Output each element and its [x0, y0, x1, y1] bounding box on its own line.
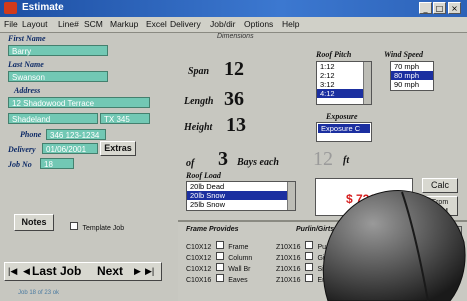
next-record-icon[interactable]: ▶	[134, 266, 141, 277]
length-value[interactable]: 36	[224, 88, 244, 111]
bay-unit-label: ft	[343, 155, 350, 166]
maximize-icon[interactable]: □	[433, 2, 446, 14]
frame-header: Frame Provides	[186, 226, 239, 233]
span-label: Span	[188, 66, 210, 77]
height-label: Height	[184, 122, 213, 133]
roof-pitch-label: Roof Pitch	[316, 50, 352, 59]
length-label: Length	[184, 96, 214, 107]
next-label[interactable]: Next	[97, 264, 123, 278]
address-label: Address	[14, 86, 41, 95]
height-value[interactable]: 13	[226, 114, 246, 137]
wind-speed-option-selected[interactable]: 80 mph	[391, 71, 433, 80]
menu-options[interactable]: Options	[244, 19, 273, 29]
wind-speed-label: Wind Speed	[384, 50, 424, 59]
roof-pitch-list[interactable]: 1:12 2:12 3:12 4:12	[316, 61, 372, 105]
frame-row-label: Eaves	[228, 277, 248, 284]
frame-checkbox[interactable]	[215, 273, 224, 282]
last-name-field[interactable]: Swanson	[8, 71, 108, 82]
job-no-label: Job No	[8, 160, 32, 169]
purlin-code: Z10X16	[276, 277, 301, 284]
last-name-label: Last Name	[8, 60, 44, 69]
title-bar[interactable]: Estimate _ □ ×	[0, 0, 467, 17]
menu-jobdir[interactable]: Job/dir	[210, 19, 236, 29]
last-job-label[interactable]: Last Job	[32, 264, 81, 278]
minimize-icon[interactable]: _	[419, 2, 432, 14]
delivery-label: Delivery	[8, 145, 36, 154]
dimensions-header: Dimensions	[217, 33, 254, 40]
address-field[interactable]: 12 Shadowood Terrace	[8, 97, 150, 108]
close-icon[interactable]: ×	[448, 2, 461, 14]
notes-button[interactable]: Notes	[14, 214, 54, 231]
job-no-field[interactable]: 18	[40, 158, 74, 169]
delivery-field[interactable]: 01/06/2001	[42, 143, 98, 154]
prev-record-icon[interactable]: ◀	[23, 266, 30, 277]
menu-markup[interactable]: Markup	[110, 19, 138, 29]
record-navigator: |◀ ◀ Last Job Next ▶ ▶|	[4, 262, 162, 281]
last-record-icon[interactable]: ▶|	[145, 266, 154, 277]
roof-load-list[interactable]: 20lb Dead 20lb Snow 25lb Snow	[186, 181, 296, 211]
template-job-label: Template Job	[82, 225, 125, 232]
menu-help[interactable]: Help	[282, 19, 299, 29]
menu-file[interactable]: File	[4, 19, 18, 29]
status-text: Job 18 of 23 ok	[18, 290, 60, 296]
bay-size-value[interactable]: 12	[313, 148, 333, 171]
frame-code: C10X16	[186, 277, 212, 284]
extras-button[interactable]: Extras	[100, 141, 136, 156]
phone-field[interactable]: 346 123-1234	[46, 129, 106, 140]
roof-load-option[interactable]: 25lb Snow	[187, 200, 295, 209]
computer-mouse-icon	[322, 190, 466, 301]
state-zip-field[interactable]: TX 345	[100, 113, 150, 124]
menu-delivery[interactable]: Delivery	[170, 19, 201, 29]
app-icon[interactable]	[4, 2, 17, 14]
menu-line[interactable]: Line#	[58, 19, 79, 29]
exposure-list[interactable]: Exposure C	[316, 122, 372, 142]
city-field[interactable]: Shadeland	[8, 113, 98, 124]
phone-label: Phone	[20, 130, 42, 139]
frame-row: C10X16 Eaves	[186, 269, 248, 287]
menu-bar: File Layout Line# SCM Markup Excel Deliv…	[0, 17, 467, 33]
wind-speed-option[interactable]: 90 mph	[391, 80, 433, 89]
roof-pitch-scrollbar[interactable]	[363, 62, 371, 104]
checkbox-box[interactable]	[70, 221, 78, 230]
wind-speed-option[interactable]: 70 mph	[391, 62, 433, 71]
menu-scm[interactable]: SCM	[84, 19, 103, 29]
template-job-checkbox[interactable]: Template Job	[70, 217, 124, 235]
roof-load-scrollbar[interactable]	[287, 182, 295, 210]
roof-load-label: Roof Load	[186, 171, 221, 180]
purlin-checkbox[interactable]	[304, 273, 313, 282]
first-name-field[interactable]: Barry	[8, 45, 108, 56]
exposure-value[interactable]: Exposure C	[318, 124, 370, 133]
roof-load-option[interactable]: 20lb Dead	[187, 182, 295, 191]
roof-load-option-selected[interactable]: 20lb Snow	[187, 191, 295, 200]
window-title: Estimate	[22, 2, 64, 13]
first-record-icon[interactable]: |◀	[8, 266, 17, 277]
menu-layout[interactable]: Layout	[22, 19, 48, 29]
first-name-label: First Name	[8, 34, 46, 43]
estimate-window: Estimate _ □ × File Layout Line# SCM Mar…	[0, 0, 467, 301]
exposure-label: Exposure	[326, 112, 358, 121]
bays-each-label: Bays each	[237, 157, 279, 168]
of-label: of	[186, 158, 195, 169]
wind-speed-list[interactable]: 70 mph 80 mph 90 mph	[390, 61, 434, 91]
menu-excel[interactable]: Excel	[146, 19, 167, 29]
bays-value[interactable]: 3	[218, 148, 228, 171]
span-value[interactable]: 12	[224, 58, 244, 81]
